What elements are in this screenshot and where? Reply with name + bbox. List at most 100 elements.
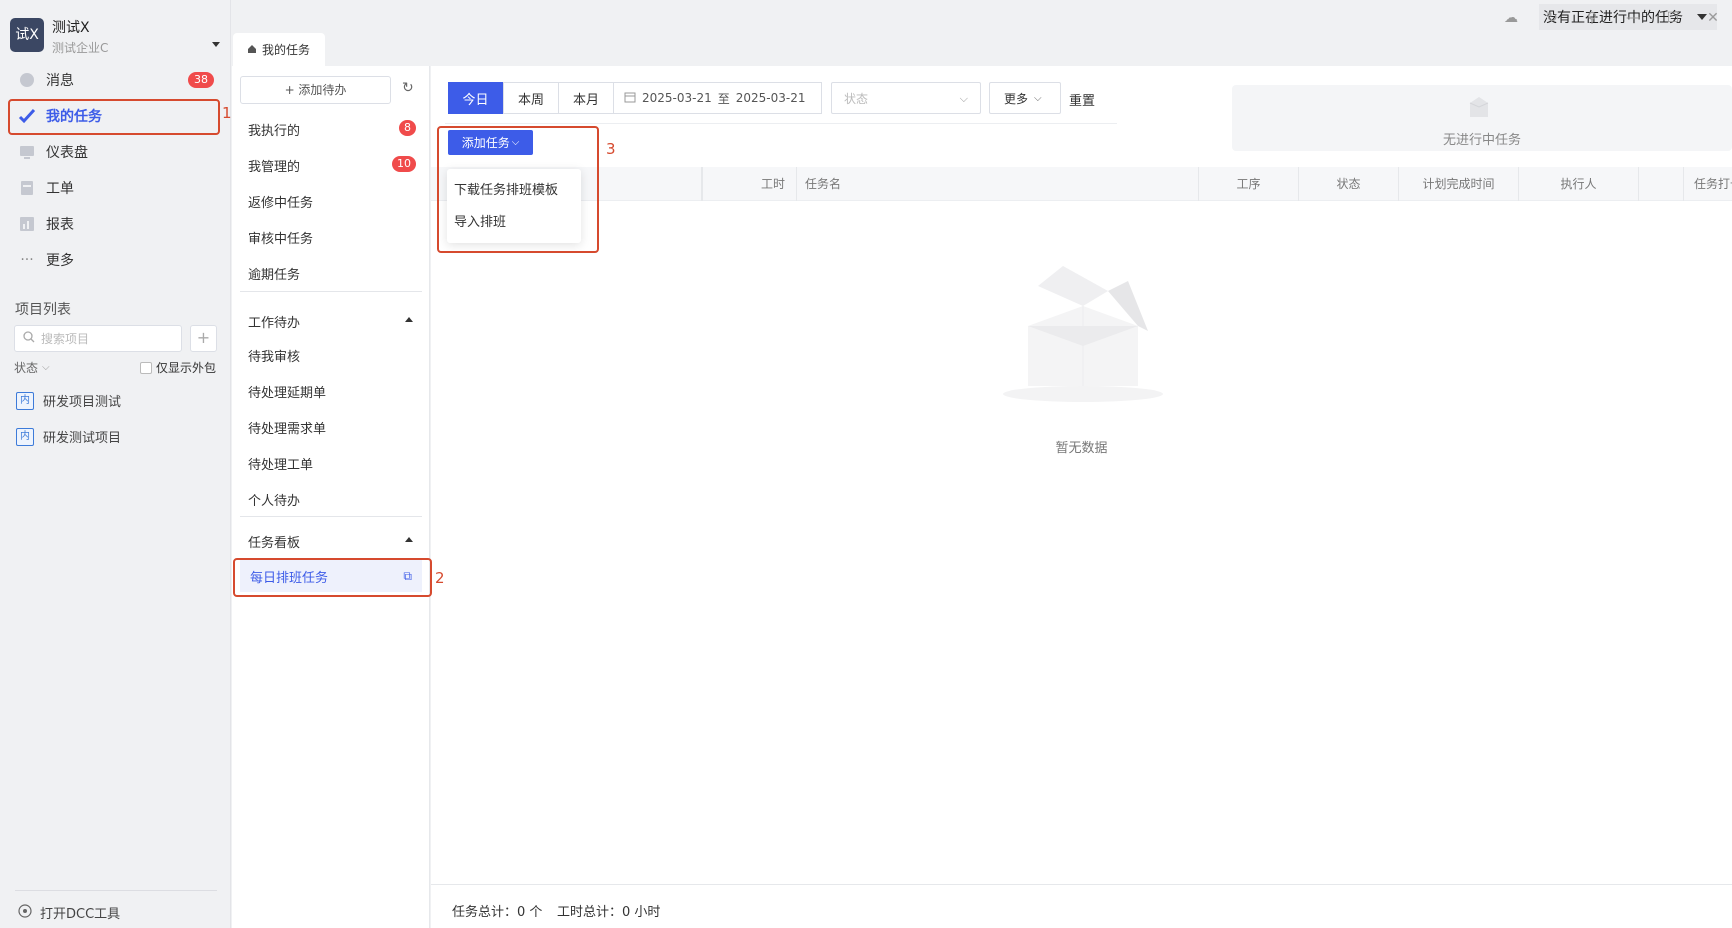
tab-label: 我的任务 — [262, 43, 311, 57]
collapse-caret-icon[interactable] — [405, 537, 413, 542]
status-filter-label: 状态 — [14, 361, 39, 375]
annotation-box — [8, 99, 220, 135]
count-badge: 10 — [392, 156, 416, 172]
category-executing[interactable]: 我执行的 — [248, 120, 300, 139]
project-list-title: 项目列表 — [15, 302, 71, 318]
column-assignee[interactable]: 执行人 — [1519, 167, 1639, 201]
filter-today-button[interactable]: 今日 — [448, 82, 503, 114]
filter-month-button[interactable]: 本月 — [558, 82, 614, 114]
chevron-down-icon: ⌵ — [1034, 92, 1042, 104]
org-name[interactable]: 测试企业C — [52, 39, 108, 56]
close-icon[interactable]: ✕ — [1703, 8, 1723, 28]
column-process[interactable]: 工序 — [1199, 167, 1299, 201]
status-filter[interactable]: 状态 ⌵ — [14, 359, 50, 376]
main-content: 今日 本周 本月 2025-03-21 至 2025-03-21 状态 ⌵ 更多… — [431, 66, 1732, 928]
more-label: 更多 — [1004, 91, 1029, 106]
annotation-number: 2 — [435, 569, 445, 587]
category-in-review[interactable]: 审核中任务 — [248, 228, 313, 247]
tool-icon — [18, 903, 32, 922]
annotation-number: 1 — [222, 104, 232, 122]
task-category-panel: + 添加待办 ↻ 我执行的 8 我管理的 10 返修中任务 审核中任务 逾期任务… — [232, 66, 430, 928]
column-planned-finish[interactable]: 计划完成时间 — [1399, 167, 1519, 201]
nav-item-messages[interactable]: 消息 38 — [10, 62, 219, 98]
project-item[interactable]: 内 研发项目测试 — [16, 391, 121, 410]
outsource-checkbox[interactable] — [140, 361, 152, 374]
nav-label: 更多 — [46, 253, 74, 269]
running-task-label: 没有正在进行中的任务 — [1543, 10, 1683, 26]
todo-personal[interactable]: 个人待办 — [248, 490, 300, 509]
group-work-todo[interactable]: 工作待办 — [248, 312, 300, 331]
more-filters-select[interactable]: 更多 ⌵ — [989, 82, 1061, 114]
nav-item-dashboard[interactable]: 仪表盘 — [10, 134, 219, 170]
message-icon — [18, 71, 36, 89]
add-todo-button[interactable]: + 添加待办 — [240, 76, 391, 104]
category-rework[interactable]: 返修中任务 — [248, 192, 313, 211]
no-progress-card: 无进行中任务 — [1232, 85, 1732, 151]
cloud-icon[interactable]: ☁ — [1501, 8, 1521, 28]
divider — [445, 123, 1117, 124]
open-dcc-tool-button[interactable]: 打开DCC工具 — [18, 903, 120, 922]
date-separator: 至 — [717, 91, 730, 106]
chevron-down-icon: ⌵ — [959, 92, 968, 105]
reset-button[interactable]: 重置 — [1069, 90, 1095, 109]
todo-requirement[interactable]: 待处理需求单 — [248, 418, 326, 437]
add-project-button[interactable]: + — [190, 325, 217, 352]
report-icon — [18, 215, 36, 233]
empty-data-text: 暂无数据 — [1055, 441, 1108, 456]
maximize-icon[interactable]: ☐ — [1663, 8, 1683, 28]
category-overdue[interactable]: 逾期任务 — [248, 264, 300, 283]
no-progress-text: 无进行中任务 — [1442, 133, 1521, 148]
internal-tag-icon: 内 — [16, 391, 34, 410]
search-icon — [23, 330, 35, 347]
work-order-icon — [18, 179, 36, 197]
column-blank — [1639, 167, 1684, 201]
tab-my-tasks[interactable]: 我的任务 — [233, 33, 325, 66]
nav-item-more[interactable]: ··· 更多 — [10, 242, 219, 278]
status-placeholder: 状态 — [844, 91, 869, 106]
project-search-box[interactable] — [14, 325, 182, 352]
pin-icon[interactable]: ⚲ — [1582, 8, 1602, 28]
dcc-tool-label: 打开DCC工具 — [40, 907, 121, 922]
date-to[interactable]: 2025-03-21 — [736, 91, 806, 105]
chevron-down-icon: ⌵ — [42, 362, 50, 373]
annotation-box — [437, 126, 599, 253]
nav-item-reports[interactable]: 报表 — [10, 206, 219, 242]
project-name: 研发项目测试 — [43, 395, 122, 410]
date-from[interactable]: 2025-03-21 — [642, 91, 712, 105]
nav-item-work-order[interactable]: 工单 — [10, 170, 219, 206]
todo-my-review[interactable]: 待我审核 — [248, 346, 300, 365]
org-switch-caret-icon[interactable] — [212, 42, 220, 47]
refresh-icon[interactable]: ↻ — [402, 80, 420, 98]
group-task-board[interactable]: 任务看板 — [248, 532, 300, 551]
left-sidebar: 试X 测试X 测试企业C 消息 38 我的任务 仪表盘 工单 报表 ··· 更多 — [0, 0, 231, 928]
brand-logo: 试X — [10, 18, 44, 52]
annotation-box — [233, 558, 432, 597]
todo-extension[interactable]: 待处理延期单 — [248, 382, 326, 401]
date-range-picker[interactable]: 2025-03-21 至 2025-03-21 — [613, 82, 822, 114]
collapse-caret-icon[interactable] — [405, 317, 413, 322]
outsource-only-toggle[interactable]: 仅显示外包 — [140, 359, 216, 376]
count-badge: 8 — [399, 120, 416, 136]
app-name[interactable]: 测试X — [52, 17, 90, 37]
status-select[interactable]: 状态 ⌵ — [831, 82, 981, 114]
divider — [15, 890, 217, 891]
minimize-icon[interactable]: — — [1623, 8, 1643, 28]
todo-work-order[interactable]: 待处理工单 — [248, 454, 313, 473]
column-task-name[interactable]: 任务名 — [797, 167, 1199, 201]
project-name: 研发测试项目 — [43, 431, 122, 446]
more-dots-icon: ··· — [20, 252, 34, 268]
column-status[interactable]: 状态 — [1299, 167, 1399, 201]
task-table-header: 工时 任务名 工序 状态 计划完成时间 执行人 任务打卡 — [431, 167, 1732, 201]
divider — [240, 291, 422, 292]
category-managing[interactable]: 我管理的 — [248, 156, 300, 175]
column-check-in[interactable]: 任务打卡 — [1684, 167, 1732, 201]
nav-label: 报表 — [46, 217, 74, 233]
project-search-input[interactable] — [41, 331, 171, 346]
dashboard-icon — [18, 143, 36, 161]
filter-week-button[interactable]: 本周 — [503, 82, 559, 114]
internal-tag-icon: 内 — [16, 427, 34, 446]
project-item[interactable]: 内 研发测试项目 — [16, 427, 121, 446]
nav-label: 消息 — [46, 73, 74, 89]
calendar-icon — [624, 91, 636, 106]
refresh-icon[interactable]: ↻ — [1542, 8, 1562, 28]
